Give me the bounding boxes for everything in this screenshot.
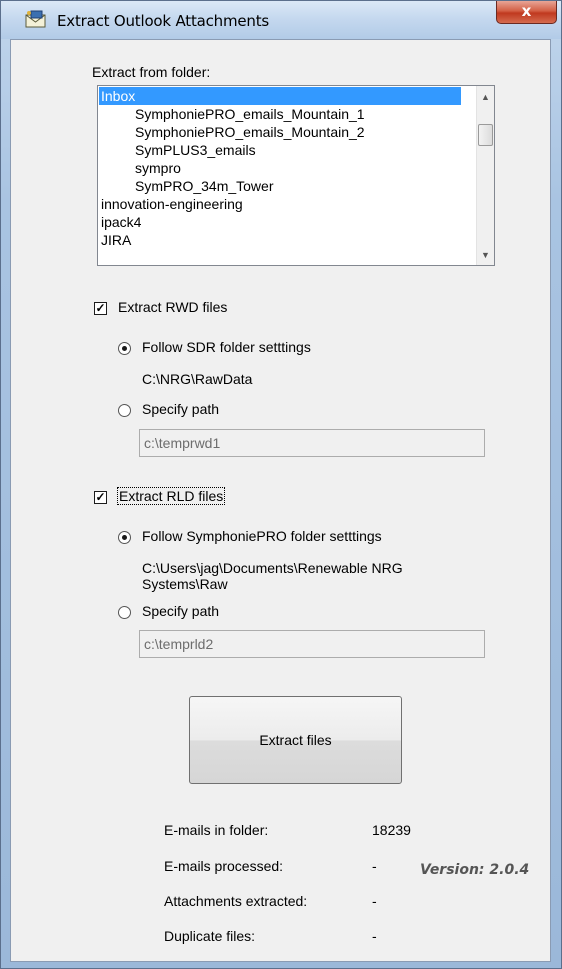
stat-value-attachments-extracted: - <box>372 893 377 909</box>
scroll-down-icon[interactable]: ▼ <box>481 250 490 260</box>
app-window: Extract Outlook Attachments x Extract fr… <box>0 0 562 969</box>
close-button[interactable]: x <box>496 1 557 24</box>
check-mark-icon: ✓ <box>95 301 106 315</box>
folder-label: Extract from folder: <box>92 64 211 80</box>
scroll-thumb[interactable] <box>478 124 493 146</box>
title-bar[interactable]: Extract Outlook Attachments x <box>1 1 561 39</box>
folder-list-item[interactable]: JIRA <box>99 231 131 249</box>
stat-label-emails-processed: E-mails processed: <box>164 858 284 874</box>
folder-list-item[interactable]: SymPRO_34m_Tower <box>99 177 274 195</box>
folder-list-item[interactable]: sympro <box>99 159 181 177</box>
rwd-specify-radio[interactable] <box>118 404 131 417</box>
rwd-specify-label[interactable]: Specify path <box>142 401 219 417</box>
rwd-follow-label[interactable]: Follow SDR folder setttings <box>142 339 311 355</box>
extract-rld-checkbox[interactable]: ✓ <box>94 491 107 504</box>
extract-rwd-checkbox[interactable]: ✓ <box>94 302 107 315</box>
rld-follow-radio[interactable] <box>118 531 131 544</box>
folder-list-item[interactable]: Inbox <box>99 87 461 105</box>
rld-follow-path-line2: Systems\Raw <box>142 576 228 592</box>
stat-value-emails-processed: - <box>372 858 377 874</box>
rld-follow-path-line1: C:\Users\jag\Documents\Renewable NRG <box>142 560 403 576</box>
rld-path-input[interactable]: c:\temprld2 <box>139 630 485 658</box>
client-area: Extract from folder: Inbox SymphoniePRO_e… <box>10 39 551 962</box>
folder-list-item[interactable]: SymphoniePRO_emails_Mountain_2 <box>99 123 365 141</box>
rwd-follow-path: C:\NRG\RawData <box>142 371 253 387</box>
envelope-icon <box>25 10 47 28</box>
rld-specify-radio[interactable] <box>118 606 131 619</box>
rwd-follow-radio[interactable] <box>118 342 131 355</box>
folder-list-item[interactable]: ipack4 <box>99 213 141 231</box>
stat-label-duplicate-files: Duplicate files: <box>164 928 256 944</box>
stat-label-attachments-extracted: Attachments extracted: <box>164 893 308 909</box>
stat-value-duplicate-files: - <box>372 928 377 944</box>
folder-listbox[interactable]: Inbox SymphoniePRO_emails_Mountain_1 Symph… <box>97 85 495 266</box>
rwd-path-input[interactable]: c:\temprwd1 <box>139 429 485 457</box>
rld-follow-label[interactable]: Follow SymphoniePRO folder setttings <box>142 528 382 544</box>
window-title: Extract Outlook Attachments <box>57 12 270 30</box>
extract-rwd-label[interactable]: Extract RWD files <box>118 299 227 315</box>
version-label: Version: 2.0.4 <box>420 862 530 878</box>
extract-rld-label[interactable]: Extract RLD files <box>117 487 226 505</box>
rld-specify-label[interactable]: Specify path <box>142 603 219 619</box>
stat-value-emails-in-folder: 18239 <box>372 822 411 838</box>
check-mark-icon: ✓ <box>95 490 106 504</box>
scroll-up-icon[interactable]: ▲ <box>481 92 490 102</box>
folder-list-item[interactable]: SymPLUS3_emails <box>99 141 256 159</box>
folder-list-item[interactable]: SymphoniePRO_emails_Mountain_1 <box>99 105 365 123</box>
folder-list-item[interactable]: innovation-engineering <box>99 195 243 213</box>
stat-label-emails-in-folder: E-mails in folder: <box>164 822 269 838</box>
folder-scrollbar[interactable]: ▲ ▼ <box>476 86 494 265</box>
extract-files-button[interactable]: Extract files <box>189 696 402 784</box>
